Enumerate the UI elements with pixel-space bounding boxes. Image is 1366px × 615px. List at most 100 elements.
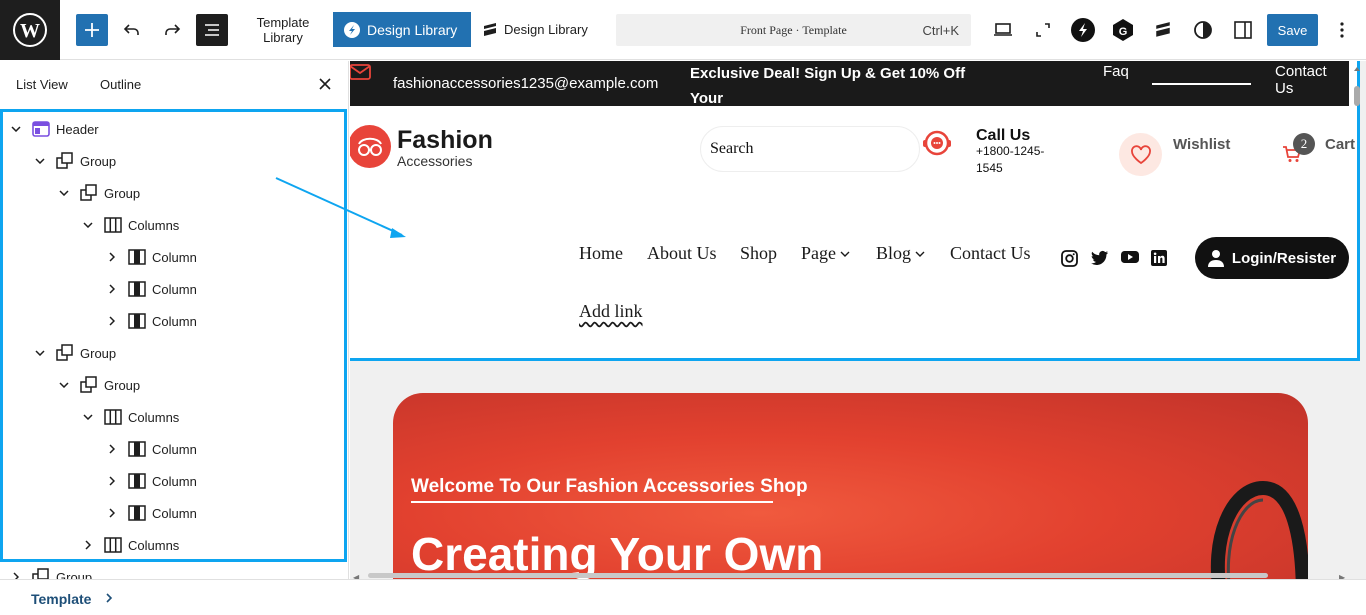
chevron-right-icon[interactable]	[104, 505, 120, 521]
chevron-down-icon[interactable]	[80, 409, 96, 425]
tree-item-label: Group	[80, 153, 117, 169]
nav-about[interactable]: About Us	[647, 243, 717, 264]
column-icon	[128, 504, 146, 522]
options-menu-icon[interactable]	[1326, 14, 1358, 46]
twitter-icon[interactable]	[1091, 250, 1108, 267]
list-view-button[interactable]	[196, 14, 228, 46]
chevron-down-icon[interactable]	[32, 153, 48, 169]
tree-item-label: Column	[152, 473, 197, 489]
chevron-right-icon[interactable]	[104, 249, 120, 265]
heart-icon[interactable]	[1119, 133, 1162, 176]
wishlist-label[interactable]: Wishlist	[1173, 134, 1230, 155]
chevron-right-icon[interactable]	[104, 473, 120, 489]
nav-blog[interactable]: Blog	[876, 243, 925, 264]
document-title: Front Page · Template	[740, 23, 847, 37]
tree-item-group[interactable]: Group	[56, 369, 140, 401]
styles-contrast-icon[interactable]	[1187, 14, 1219, 46]
chevron-right-icon[interactable]	[104, 441, 120, 457]
tree-item-label: Group	[104, 377, 141, 393]
tree-item-column[interactable]: Column	[104, 433, 197, 465]
logo-name[interactable]: Fashion	[397, 126, 493, 155]
tree-item-group[interactable]: Group	[32, 145, 116, 177]
generateblocks-icon[interactable]: G	[1107, 14, 1139, 46]
cart-label[interactable]: Cart	[1325, 134, 1355, 155]
linkedin-icon[interactable]	[1151, 250, 1168, 267]
editor-footer: Template	[0, 579, 1366, 615]
tree-item-label: Column	[152, 505, 197, 521]
tree-item-group[interactable]: Group	[32, 337, 116, 369]
add-block-button[interactable]	[76, 14, 108, 46]
login-label: Login/Resister	[1231, 249, 1337, 267]
chevron-right-icon[interactable]	[104, 281, 120, 297]
topbar-contact-link[interactable]: Contact Us	[1275, 63, 1349, 97]
tab-outline[interactable]: Outline	[100, 77, 141, 92]
design-library-button[interactable]: Design Library	[482, 12, 588, 47]
fullscreen-icon[interactable]	[1027, 14, 1059, 46]
nav-shop[interactable]: Shop	[740, 243, 777, 264]
settings-sidebar-icon[interactable]	[1227, 14, 1259, 46]
tree-item-column[interactable]: Column	[104, 305, 197, 337]
column-icon	[128, 472, 146, 490]
user-icon	[1207, 250, 1224, 267]
horizontal-scrollbar[interactable]	[368, 573, 1268, 578]
tree-item-group[interactable]: Group	[56, 177, 140, 209]
header-topbar: fashionaccessories1235@example.com Exclu…	[350, 61, 1349, 132]
tree-item-header[interactable]: Header	[8, 113, 99, 145]
tree-item-columns[interactable]: Columns	[80, 401, 179, 433]
nav-label: Page	[801, 243, 836, 263]
tree-item-label: Column	[152, 281, 197, 297]
save-button[interactable]: Save	[1267, 14, 1318, 46]
topbar-faq-link[interactable]: Faq	[1103, 63, 1129, 80]
command-palette-bar[interactable]: Front Page · Template Ctrl+K	[616, 14, 971, 46]
login-button[interactable]: Login/Resister	[1195, 237, 1349, 279]
logo-icon[interactable]	[350, 125, 391, 168]
instagram-icon[interactable]	[1061, 250, 1078, 267]
group-icon	[56, 152, 74, 170]
vertical-scrollbar[interactable]	[1353, 66, 1361, 571]
search-input[interactable]: Search	[700, 126, 920, 172]
chevron-right-icon[interactable]	[104, 313, 120, 329]
stackable-plugin-icon[interactable]	[1067, 14, 1099, 46]
call-us-number[interactable]: +1800-1245-1545	[976, 143, 1066, 177]
nav-home[interactable]: Home	[579, 243, 623, 264]
youtube-icon[interactable]	[1121, 250, 1139, 267]
tree-item-column[interactable]: Column	[104, 273, 197, 305]
chevron-down-icon	[840, 251, 850, 257]
header-template-part[interactable]: fashionaccessories1235@example.com Exclu…	[350, 61, 1360, 361]
nav-contact[interactable]: Contact Us	[950, 243, 1031, 264]
hero-underline	[411, 501, 773, 503]
template-library-button[interactable]: Template Library	[246, 15, 320, 45]
tree-item-columns[interactable]: Columns	[80, 529, 179, 561]
tree-item-label: Group	[80, 345, 117, 361]
columns-icon	[104, 216, 122, 234]
chevron-down-icon[interactable]	[56, 377, 72, 393]
tree-item-column[interactable]: Column	[104, 241, 197, 273]
column-icon	[128, 248, 146, 266]
tab-list-view[interactable]: List View	[16, 77, 68, 92]
tree-item-label: Header	[56, 121, 99, 137]
chevron-down-icon[interactable]	[80, 217, 96, 233]
editor-canvas[interactable]: fashionaccessories1235@example.com Exclu…	[350, 61, 1366, 579]
annotation-arrow	[270, 170, 415, 245]
stackable-settings-icon[interactable]	[1147, 14, 1179, 46]
chevron-down-icon[interactable]	[56, 185, 72, 201]
chevron-down-icon[interactable]	[32, 345, 48, 361]
tree-item-label: Columns	[128, 217, 180, 233]
close-icon[interactable]	[318, 77, 332, 91]
deal-line-1: Exclusive Deal! Sign Up & Get 10% Off Yo…	[690, 65, 966, 107]
tree-item-column[interactable]: Column	[104, 497, 197, 529]
tree-item-column[interactable]: Column	[104, 465, 197, 497]
wordpress-logo-icon[interactable]: W	[0, 0, 60, 60]
hero-banner[interactable]: Welcome To Our Fashion Accessories Shop …	[393, 393, 1308, 579]
add-link-item[interactable]: Add link	[579, 301, 643, 322]
redo-icon[interactable]	[156, 14, 188, 46]
topbar-email[interactable]: fashionaccessories1235@example.com	[393, 75, 658, 92]
tree-item-columns[interactable]: Columns	[80, 209, 179, 241]
design-library-button-active[interactable]: Design Library	[333, 12, 471, 47]
undo-icon[interactable]	[116, 14, 148, 46]
chevron-right-icon[interactable]	[80, 537, 96, 553]
nav-page[interactable]: Page	[801, 243, 850, 264]
desktop-preview-icon[interactable]	[987, 14, 1019, 46]
breadcrumb-template[interactable]: Template	[31, 591, 91, 607]
chevron-down-icon[interactable]	[8, 121, 24, 137]
